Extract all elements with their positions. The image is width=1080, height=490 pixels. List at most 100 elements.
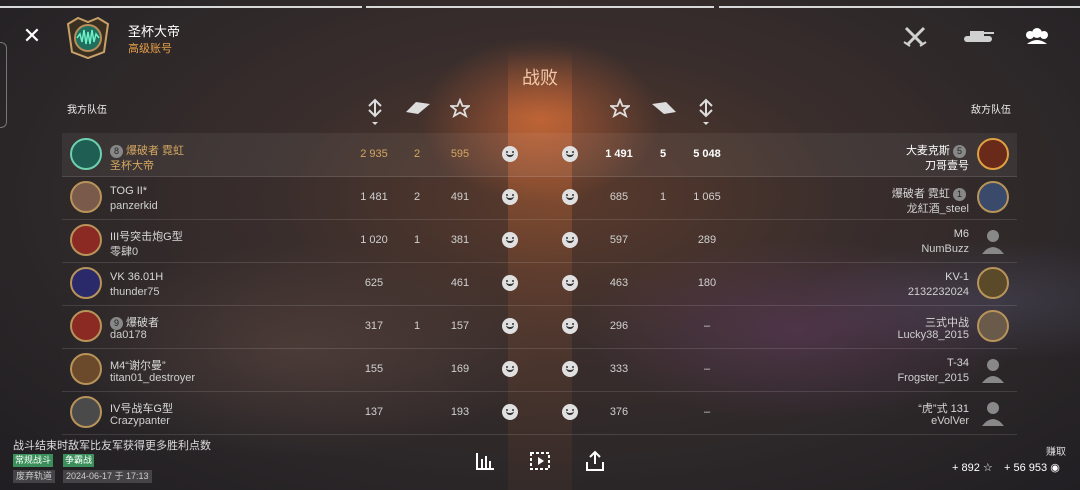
user-name: titan01_destroyer — [110, 372, 195, 384]
battle-result-note: 战斗结束时敌军比友军获得更多胜利点数 — [13, 440, 211, 452]
enemy-exp-value: 463 — [609, 277, 629, 289]
enemy-avatar — [977, 181, 1009, 213]
table-row[interactable]: TOG II* panzerkid 1 481 2 491 685 1 1 06… — [62, 176, 1017, 220]
team-icon[interactable] — [1024, 24, 1052, 48]
enemy-damage-value: 180 — [697, 277, 717, 289]
table-row[interactable]: III号突击炮G型 零肆0 1 020 1 381 597 289 M6 Num… — [62, 219, 1017, 263]
smile-icon[interactable] — [502, 275, 518, 291]
tank-name: 9 爆破者 — [110, 314, 159, 330]
enemy-damage-value: 289 — [697, 234, 717, 246]
enemy-damage-sort-icon[interactable] — [695, 98, 717, 125]
user-name: da0178 — [110, 329, 147, 341]
enemy-avatar — [977, 310, 1009, 342]
enemy-damage-value: – — [703, 406, 711, 418]
table-row[interactable]: 9 爆破者 da0178 317 1 157 296 – 三式中战 Lucky38… — [62, 305, 1017, 349]
crossed-swords-icon[interactable] — [902, 24, 930, 48]
player-name: 圣杯大帝 — [128, 24, 181, 39]
battle-datetime: 2024-06-17 于 17:13 — [63, 470, 152, 483]
enemy-exp-value: 685 — [609, 191, 629, 203]
enemy-damage-value: – — [703, 363, 711, 375]
enemy-exp-value: 597 — [609, 234, 629, 246]
player-avatar — [70, 353, 102, 385]
enemy-user-name: NumBuzz — [921, 243, 969, 255]
enemy-smile-icon[interactable] — [562, 361, 578, 377]
replay-icon[interactable] — [529, 450, 551, 472]
top-progress-bar-2 — [366, 6, 714, 8]
share-icon[interactable] — [584, 450, 606, 472]
smile-icon[interactable] — [502, 146, 518, 162]
enemy-experience-icon[interactable] — [608, 97, 632, 122]
enemy-tank-name: M6 — [953, 228, 969, 240]
enemy-exp-value: 333 — [609, 363, 629, 375]
map-name: 废弃轨道 — [13, 470, 56, 483]
smile-icon[interactable] — [502, 189, 518, 205]
experience-icon[interactable] — [448, 97, 472, 122]
enemy-avatar-placeholder — [977, 396, 1009, 428]
enemy-user-name: 2132232024 — [907, 286, 969, 298]
enemy-kills-icon[interactable] — [650, 98, 678, 122]
damage-sort-icon[interactable] — [364, 98, 386, 125]
user-name: thunder75 — [110, 286, 160, 298]
smile-icon[interactable] — [502, 232, 518, 248]
tank-icon[interactable] — [960, 24, 996, 48]
enemy-exp-value: 296 — [609, 320, 629, 332]
exp-value: 193 — [450, 406, 470, 418]
exp-value: 461 — [450, 277, 470, 289]
rank-badge-icon — [64, 16, 112, 60]
enemy-smile-icon[interactable] — [562, 232, 578, 248]
smile-icon[interactable] — [502, 404, 518, 420]
tank-name: TOG II* — [110, 185, 148, 197]
table-row[interactable]: 8 爆破者 霓虹 圣杯大帝 2 935 2 595 1 491 5 5 048 大… — [62, 133, 1017, 177]
player-avatar — [70, 138, 102, 170]
enemy-avatar — [977, 267, 1009, 299]
enemy-smile-icon[interactable] — [562, 275, 578, 291]
close-icon[interactable]: ✕ — [22, 25, 42, 47]
player-avatar — [70, 310, 102, 342]
enemy-tank-name: 爆破者 霓虹 1 — [892, 185, 969, 201]
damage-value: 155 — [364, 363, 384, 375]
table-row[interactable]: IV号战车G型 Crazypanter 137 193 376 – “虎”式 1… — [62, 391, 1017, 435]
enemy-avatar-placeholder — [977, 224, 1009, 256]
exp-value: 595 — [450, 148, 470, 160]
enemy-tank-name: 三式中战 — [925, 317, 969, 329]
enemy-tank-name: “虎”式 131 — [918, 403, 969, 415]
tank-name: M4“谢尔曼” — [110, 360, 166, 372]
user-name: panzerkid — [110, 200, 158, 212]
enemy-damage-value: – — [703, 320, 711, 332]
smile-icon[interactable] — [502, 361, 518, 377]
user-name: Crazypanter — [110, 415, 170, 427]
tank-name: VK 36.01H — [110, 271, 164, 283]
table-row[interactable]: VK 36.01H thunder75 625 461 463 180 KV-1… — [62, 262, 1017, 306]
enemy-avatar-placeholder — [977, 353, 1009, 385]
side-handle[interactable] — [0, 42, 7, 128]
tank-name: 8 爆破者 霓虹 — [110, 142, 184, 158]
enemy-exp-value: 376 — [609, 406, 629, 418]
user-name: 零肆0 — [110, 246, 139, 258]
smile-icon[interactable] — [502, 318, 518, 334]
damage-value: 137 — [364, 406, 384, 418]
enemy-smile-icon[interactable] — [562, 146, 578, 162]
kills-icon[interactable] — [404, 98, 432, 122]
enemy-tank-name: T-34 — [946, 357, 969, 369]
account-type: 高级账号 — [128, 43, 172, 55]
battle-result: 战败 — [522, 68, 558, 88]
tank-name: IV号战车G型 — [110, 403, 173, 415]
enemy-user-name: 龙紅酒_steel — [906, 203, 969, 215]
enemy-tank-name: KV-1 — [945, 271, 969, 283]
exp-value: 169 — [450, 363, 470, 375]
credits-earned: + 56 953 ◉ — [1004, 462, 1060, 474]
enemy-smile-icon[interactable] — [562, 189, 578, 205]
player-avatar — [70, 267, 102, 299]
enemy-kills-value: 5 — [659, 148, 667, 160]
table-row[interactable]: M4“谢尔曼” titan01_destroyer 155 169 333 – … — [62, 348, 1017, 392]
enemy-smile-icon[interactable] — [562, 404, 578, 420]
exp-value: 157 — [450, 320, 470, 332]
enemy-user-name: eVolVer — [931, 415, 969, 427]
enemy-smile-icon[interactable] — [562, 318, 578, 334]
battle-type-tag: 争霸战 — [63, 454, 95, 467]
enemy-tank-name: 大麦克斯 5 — [906, 142, 969, 158]
enemy-avatar — [977, 138, 1009, 170]
stats-icon[interactable] — [474, 450, 496, 472]
user-name: 圣杯大帝 — [110, 160, 154, 172]
enemy-user-name: Lucky38_2015 — [897, 329, 969, 341]
